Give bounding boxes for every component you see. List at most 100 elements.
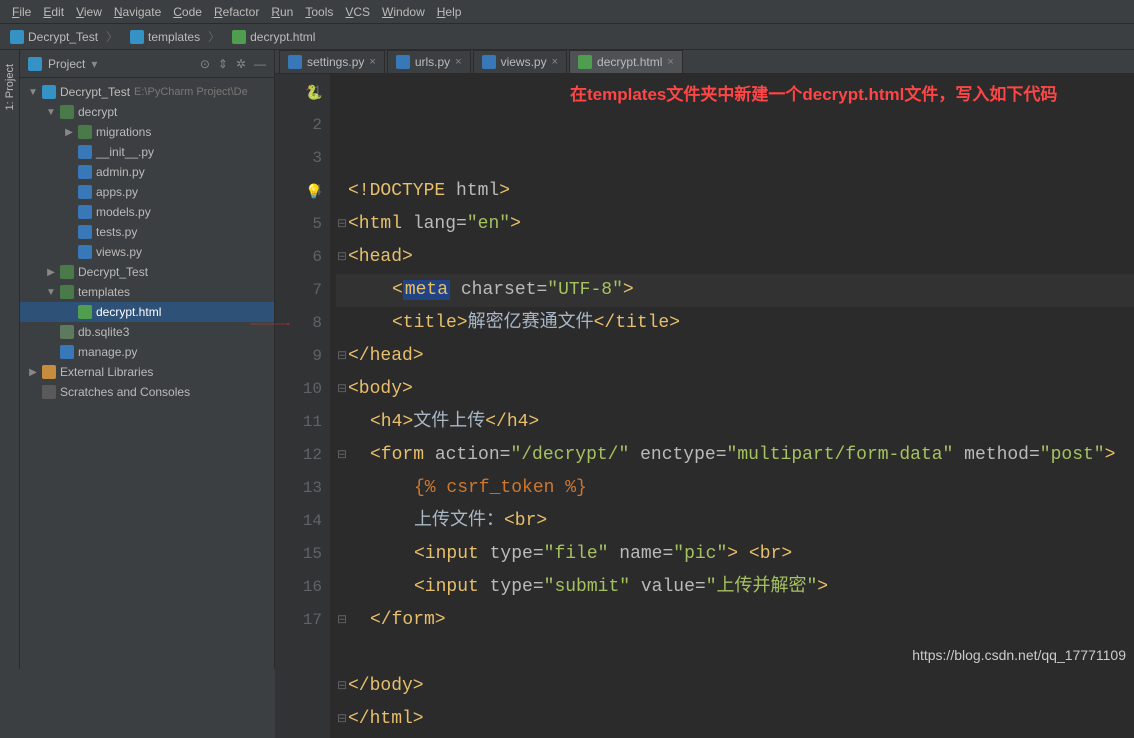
tree-label: admin.py bbox=[96, 165, 145, 179]
tree-item[interactable]: tests.py bbox=[20, 222, 274, 242]
menu-window[interactable]: Window bbox=[376, 5, 431, 19]
code-line[interactable]: <h4>文件上传</h4> bbox=[336, 406, 1134, 439]
code-line[interactable]: ⊟<head> bbox=[336, 241, 1134, 274]
code-line[interactable]: ⊟</body> bbox=[336, 670, 1134, 703]
code-line[interactable]: <input type="submit" value="上传并解密"> bbox=[336, 571, 1134, 604]
editor-tab[interactable]: urls.py× bbox=[387, 50, 471, 73]
menu-file[interactable]: File bbox=[6, 5, 37, 19]
tree-item[interactable]: apps.py bbox=[20, 182, 274, 202]
code-line[interactable]: ⊟<body> bbox=[336, 373, 1134, 406]
html-icon bbox=[578, 55, 592, 69]
target-icon[interactable]: ⊙ bbox=[200, 57, 210, 71]
project-sidebar: Project ▾ ⊙ ⇕ ✲ — ▼Decrypt_Test E:\PyCha… bbox=[20, 50, 275, 669]
tree-arrow[interactable]: ▼ bbox=[46, 287, 56, 298]
code-line[interactable]: ⊟</html> bbox=[336, 703, 1134, 736]
gear-icon[interactable]: ✲ bbox=[236, 57, 246, 71]
line-number: 16 bbox=[275, 571, 322, 604]
menu-tools[interactable]: Tools bbox=[299, 5, 339, 19]
hide-icon[interactable]: — bbox=[254, 57, 266, 71]
code-line[interactable]: <title>解密亿赛通文件</title> bbox=[336, 307, 1134, 340]
lib-icon bbox=[42, 365, 56, 379]
fold-icon[interactable]: ⊟ bbox=[336, 670, 348, 703]
close-tab-icon[interactable]: × bbox=[667, 56, 673, 68]
bulb-icon[interactable]: 💡 bbox=[305, 177, 322, 210]
line-number: 10 bbox=[275, 373, 322, 406]
tree-item[interactable]: ▼Decrypt_Test E:\PyCharm Project\De bbox=[20, 82, 274, 102]
tree-item[interactable]: ▶External Libraries bbox=[20, 362, 274, 382]
tree-label: tests.py bbox=[96, 225, 137, 239]
code-line[interactable]: ⊟</head> bbox=[336, 340, 1134, 373]
close-tab-icon[interactable]: × bbox=[552, 56, 558, 68]
tree-arrow[interactable]: ▼ bbox=[28, 87, 38, 98]
code-line[interactable]: ⊟<html lang="en"> bbox=[336, 208, 1134, 241]
editor-tab[interactable]: views.py× bbox=[473, 50, 567, 73]
code-line[interactable]: <!DOCTYPE html> bbox=[336, 175, 1134, 208]
fold-icon[interactable]: ⊟ bbox=[336, 340, 348, 373]
sidebar-title: Project bbox=[48, 57, 85, 71]
fold-icon[interactable]: ⊟ bbox=[336, 703, 348, 736]
tree-item[interactable]: db.sqlite3 bbox=[20, 322, 274, 342]
breadcrumb-item[interactable]: templates〉 bbox=[126, 28, 224, 45]
dropdown-icon[interactable]: ▾ bbox=[91, 57, 97, 71]
py-icon bbox=[396, 55, 410, 69]
py-icon bbox=[78, 185, 92, 199]
menu-run[interactable]: Run bbox=[265, 5, 299, 19]
tree-item[interactable]: admin.py bbox=[20, 162, 274, 182]
tree-item[interactable]: __init__.py bbox=[20, 142, 274, 162]
tree-item[interactable]: ▶Decrypt_Test bbox=[20, 262, 274, 282]
menu-edit[interactable]: Edit bbox=[37, 5, 70, 19]
menu-navigate[interactable]: Navigate bbox=[108, 5, 167, 19]
html-icon bbox=[78, 305, 92, 319]
code-line[interactable]: {% csrf_token %} bbox=[336, 472, 1134, 505]
close-tab-icon[interactable]: × bbox=[455, 56, 461, 68]
py-icon bbox=[482, 55, 496, 69]
fold-icon[interactable]: ⊟ bbox=[336, 208, 348, 241]
line-number: 2 bbox=[275, 109, 322, 142]
tree-item[interactable]: Scratches and Consoles bbox=[20, 382, 274, 402]
editor-tabs: settings.py×urls.py×views.py×decrypt.htm… bbox=[275, 50, 1134, 74]
html-icon bbox=[232, 30, 246, 44]
folder-opn-icon bbox=[60, 265, 74, 279]
project-tool-button[interactable]: 1: Project bbox=[4, 56, 16, 118]
tree-label: __init__.py bbox=[96, 145, 154, 159]
code-editor[interactable]: 🐍 💡 1234567891011121314151617 在templates… bbox=[275, 74, 1134, 738]
menu-view[interactable]: View bbox=[70, 5, 108, 19]
menu-help[interactable]: Help bbox=[431, 5, 468, 19]
tree-label: models.py bbox=[96, 205, 151, 219]
code-line[interactable]: ⊟</form> bbox=[336, 604, 1134, 637]
menu-vcs[interactable]: VCS bbox=[339, 5, 376, 19]
breadcrumb-bar: Decrypt_Test〉templates〉 decrypt.html bbox=[0, 24, 1134, 50]
tree-item[interactable]: ▼templates bbox=[20, 282, 274, 302]
code-line[interactable]: 上传文件：<br> bbox=[336, 505, 1134, 538]
line-number: 7 bbox=[275, 274, 322, 307]
code-line[interactable]: <input type="file" name="pic"> <br> bbox=[336, 538, 1134, 571]
code-line[interactable]: <meta charset="UTF-8"> bbox=[336, 274, 1134, 307]
menu-code[interactable]: Code bbox=[167, 5, 208, 19]
editor-tab[interactable]: decrypt.html× bbox=[569, 50, 683, 73]
tree-arrow[interactable]: ▶ bbox=[64, 127, 74, 138]
tree-item[interactable]: models.py bbox=[20, 202, 274, 222]
scratch-icon bbox=[42, 385, 56, 399]
tree-item[interactable]: decrypt.html bbox=[20, 302, 274, 322]
tree-arrow[interactable]: ▶ bbox=[46, 267, 56, 278]
close-tab-icon[interactable]: × bbox=[369, 56, 375, 68]
fold-icon[interactable]: ⊟ bbox=[336, 373, 348, 406]
tree-item[interactable]: ▶migrations bbox=[20, 122, 274, 142]
breadcrumb-item[interactable]: decrypt.html bbox=[228, 30, 319, 44]
collapse-icon[interactable]: ⇕ bbox=[218, 57, 228, 71]
breadcrumb-item[interactable]: Decrypt_Test〉 bbox=[6, 28, 122, 45]
tree-item[interactable]: ▼decrypt bbox=[20, 102, 274, 122]
menu-refactor[interactable]: Refactor bbox=[208, 5, 265, 19]
tree-arrow[interactable]: ▼ bbox=[46, 107, 56, 118]
line-number: 13 bbox=[275, 472, 322, 505]
editor-tab[interactable]: settings.py× bbox=[279, 50, 385, 73]
tree-label: Scratches and Consoles bbox=[60, 385, 190, 399]
fold-icon[interactable]: ⊟ bbox=[336, 604, 348, 637]
code-line[interactable]: ⊟<form action="/decrypt/" enctype="multi… bbox=[336, 439, 1134, 472]
fold-icon[interactable]: ⊟ bbox=[336, 241, 348, 274]
tree-arrow[interactable]: ▶ bbox=[28, 367, 38, 378]
fold-icon[interactable]: ⊟ bbox=[336, 439, 348, 472]
tree-item[interactable]: manage.py bbox=[20, 342, 274, 362]
code-content[interactable]: 在templates文件夹中新建一个decrypt.html文件，写入如下代码 … bbox=[330, 74, 1134, 738]
tree-item[interactable]: views.py bbox=[20, 242, 274, 262]
